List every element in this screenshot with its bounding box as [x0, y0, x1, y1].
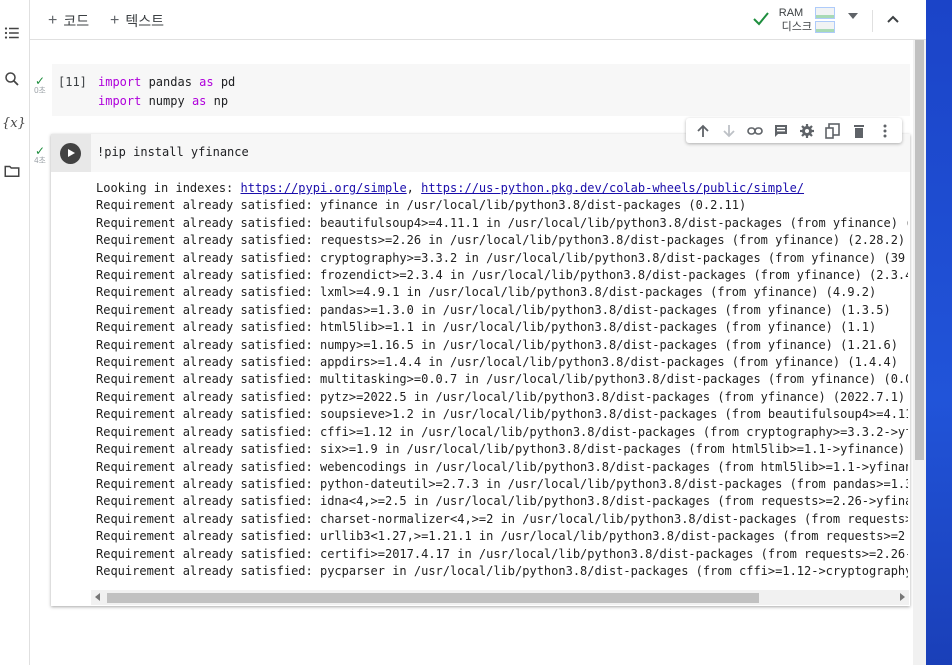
cell2-output: Looking in indexes: https://pypi.org/sim…	[96, 180, 908, 580]
alias-name: np	[206, 94, 229, 108]
add-text-button[interactable]: + 텍스트	[110, 11, 164, 31]
code-cell-2[interactable]: !pip install yfinance Looking in indexes…	[51, 134, 910, 606]
output-line: Requirement already satisfied: frozendic…	[96, 268, 908, 283]
scroll-right-icon[interactable]	[900, 593, 905, 601]
add-code-button[interactable]: + 코드	[48, 11, 89, 31]
colab-wheels-link[interactable]: https://us-python.pkg.dev/colab-wheels/p…	[421, 181, 804, 195]
resource-bars[interactable]	[815, 7, 835, 35]
move-up-icon[interactable]	[694, 122, 712, 140]
move-down-icon[interactable]	[720, 122, 738, 140]
plus-icon: +	[48, 12, 58, 29]
output-line: Requirement already satisfied: requests>…	[96, 233, 906, 248]
output-line: Requirement already satisfied: idna<4,>=…	[96, 494, 908, 509]
output-line: Requirement already satisfied: certifi>=…	[96, 546, 908, 561]
settings-icon[interactable]	[798, 122, 816, 140]
search-icon[interactable]	[3, 70, 21, 88]
output-line: Requirement already satisfied: six>=1.9 …	[96, 442, 908, 457]
output-line: Requirement already satisfied: pycparser…	[96, 563, 908, 578]
add-text-label: 텍스트	[125, 13, 164, 29]
output-line: Requirement already satisfied: yfinance …	[96, 198, 747, 213]
ram-bar	[815, 7, 835, 19]
comment-icon[interactable]	[772, 122, 790, 140]
scroll-left-icon[interactable]	[95, 593, 100, 601]
output-line: Requirement already satisfied: pytz>=202…	[96, 389, 906, 404]
output-line: Requirement already satisfied: charset-n…	[96, 511, 908, 526]
delete-icon[interactable]	[850, 122, 868, 140]
code-line-2[interactable]: import numpy as np	[98, 94, 228, 108]
output-line: Requirement already satisfied: cryptogra…	[96, 250, 908, 265]
code-line-1[interactable]: import pandas as pd	[98, 75, 235, 89]
resource-monitor[interactable]: RAM 디스크	[770, 6, 812, 34]
plus-icon: +	[110, 12, 120, 29]
cell1-exec-time: 0초	[34, 86, 46, 95]
module-name: numpy	[141, 94, 192, 108]
check-icon: ✓	[34, 144, 46, 158]
mirror-cell-icon[interactable]	[824, 122, 842, 140]
check-icon: ✓	[34, 74, 46, 88]
output-line: Requirement already satisfied: webencodi…	[96, 459, 908, 474]
output-line: Requirement already satisfied: soupsieve…	[96, 407, 908, 422]
ram-label: RAM	[778, 7, 804, 19]
run-icon	[60, 143, 81, 164]
collapse-icon[interactable]	[886, 12, 900, 31]
output-line: Requirement already satisfied: urllib3<1…	[96, 529, 908, 544]
output-sep: ,	[406, 181, 422, 195]
cell1-status: ✓ 0초	[33, 74, 47, 96]
output-line: Requirement already satisfied: pandas>=1…	[96, 302, 891, 317]
output-line: Requirement already satisfied: cffi>=1.1…	[96, 424, 908, 439]
output-horizontal-scrollbar[interactable]	[91, 590, 909, 605]
cell2-code[interactable]: !pip install yfinance	[97, 145, 249, 159]
code-cell-1[interactable]	[52, 64, 910, 116]
keyword: as	[191, 94, 207, 108]
desktop-background	[926, 0, 952, 665]
check-icon	[752, 11, 770, 32]
output-line: Requirement already satisfied: multitask…	[96, 372, 908, 387]
cell2-status: ✓ 4초	[33, 144, 47, 166]
folder-icon[interactable]	[3, 162, 21, 180]
output-line: Requirement already satisfied: lxml>=4.9…	[96, 285, 877, 300]
keyword: import	[98, 94, 142, 108]
run-cell-button[interactable]	[51, 134, 91, 172]
variables-icon[interactable]: {x}	[2, 116, 26, 131]
notebook-toolbar: + 코드 + 텍스트 RAM 디스크	[30, 0, 926, 40]
add-code-label: 코드	[63, 13, 90, 29]
output-line: Requirement already satisfied: beautiful…	[96, 215, 908, 230]
pypi-link[interactable]: https://pypi.org/simple	[241, 181, 407, 195]
cell-toolbar	[686, 118, 902, 143]
alias-name: pd	[213, 75, 236, 89]
disk-bar	[815, 21, 835, 33]
link-icon[interactable]	[746, 122, 764, 140]
cell1-prompt: [11]	[58, 75, 87, 89]
output-indexes-prefix: Looking in indexes:	[96, 181, 241, 195]
more-icon[interactable]	[876, 122, 894, 140]
left-rail: {x}	[0, 0, 30, 665]
output-line: Requirement already satisfied: python-da…	[96, 476, 908, 491]
module-name: pandas	[141, 75, 200, 89]
output-line: Requirement already satisfied: html5lib>…	[96, 320, 877, 335]
output-line: Requirement already satisfied: appdirs>=…	[96, 355, 898, 370]
keyword: as	[199, 75, 214, 89]
toolbar-divider	[872, 10, 873, 32]
keyword: import	[98, 75, 142, 89]
scroll-thumb[interactable]	[107, 593, 759, 603]
output-lines: Requirement already satisfied: yfinance …	[96, 197, 908, 580]
toc-icon[interactable]	[3, 24, 21, 42]
cell2-exec-time: 4초	[34, 156, 46, 165]
chevron-down-icon[interactable]	[848, 13, 858, 19]
disk-label: 디스크	[781, 21, 812, 33]
notebook-scroll-thumb[interactable]	[915, 40, 924, 460]
output-line: Requirement already satisfied: numpy>=1.…	[96, 337, 898, 352]
